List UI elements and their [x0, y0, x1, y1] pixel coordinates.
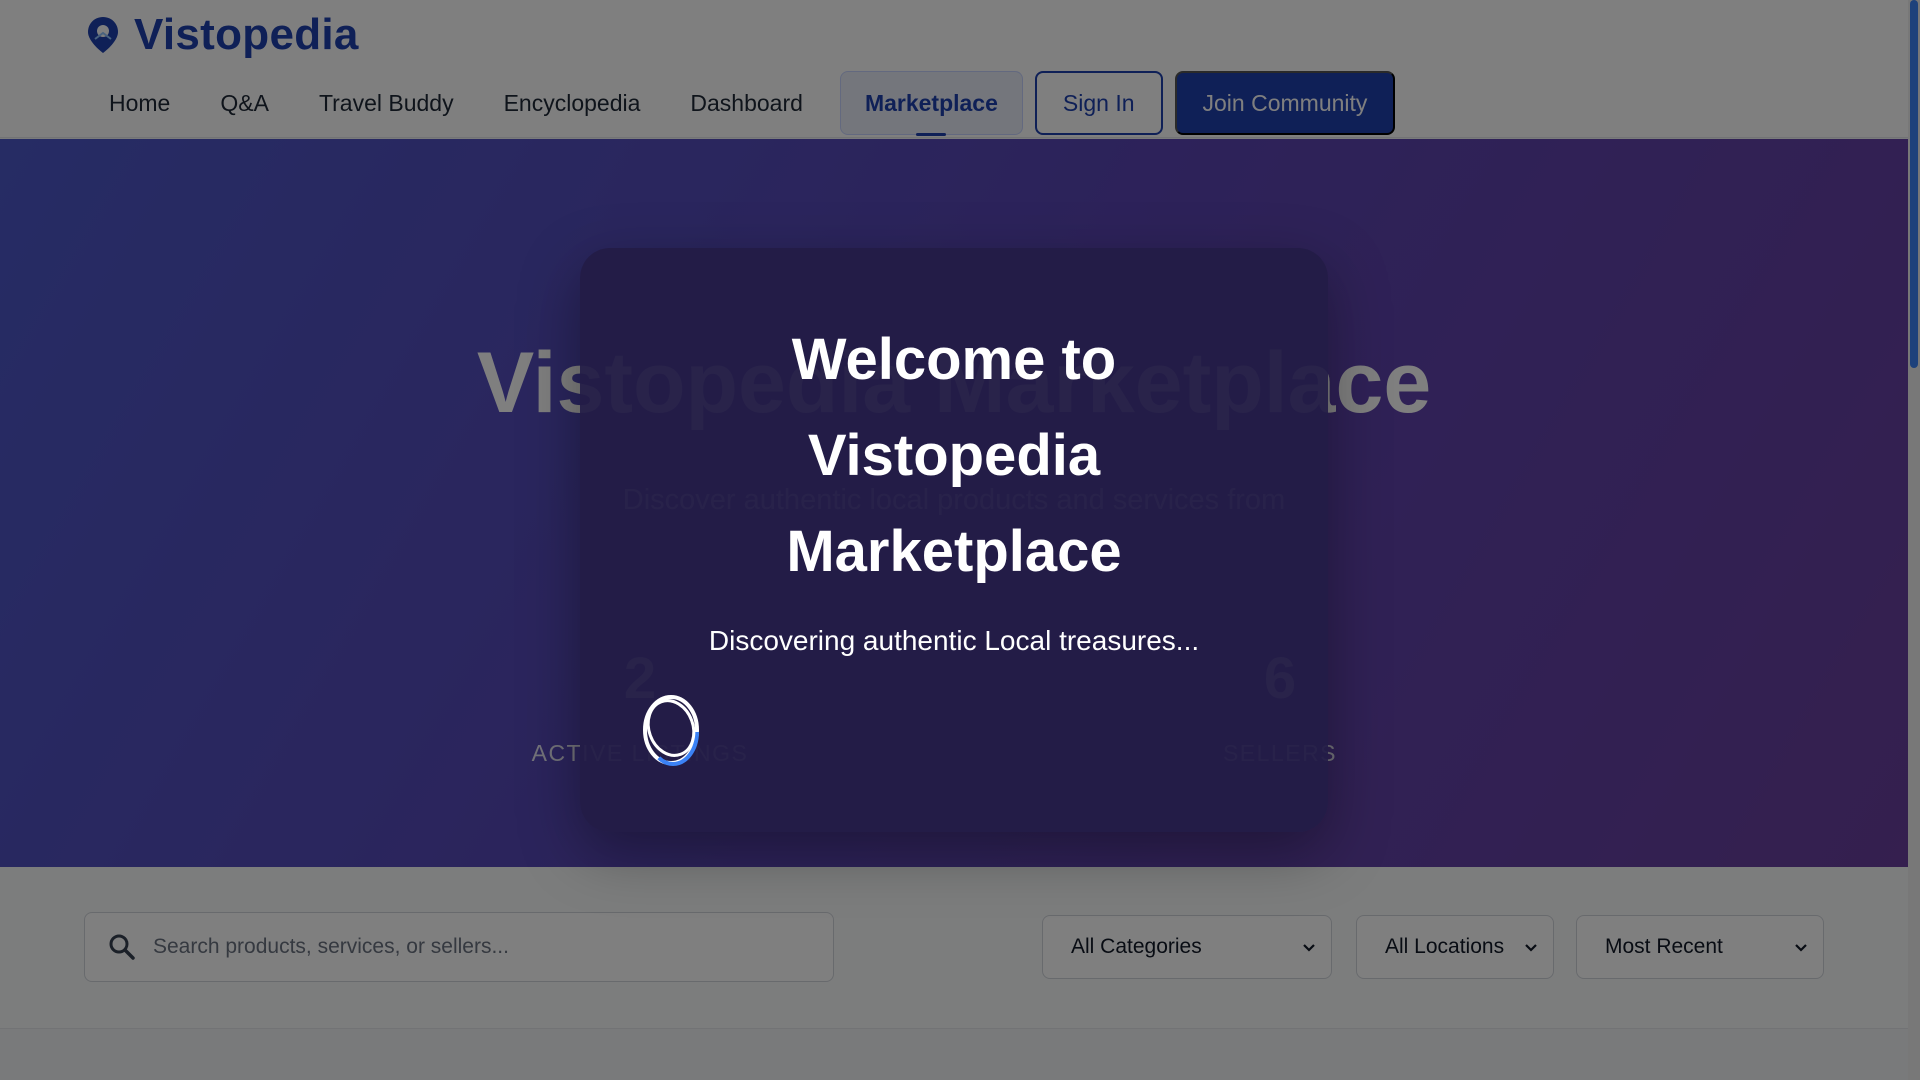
welcome-modal: Welcome to Vistopedia Marketplace Discov… [580, 248, 1328, 832]
loading-spinner-icon [643, 695, 699, 766]
modal-title-line: Marketplace [786, 519, 1122, 584]
loading-overlay: Welcome to Vistopedia Marketplace Discov… [0, 0, 1920, 1080]
modal-subtitle: Discovering authentic Local treasures... [708, 625, 1200, 656]
modal-title: Welcome to Vistopedia Marketplace [580, 312, 1328, 600]
modal-title-line: Vistopedia [807, 423, 1101, 488]
modal-title-line: Welcome to [791, 327, 1117, 392]
